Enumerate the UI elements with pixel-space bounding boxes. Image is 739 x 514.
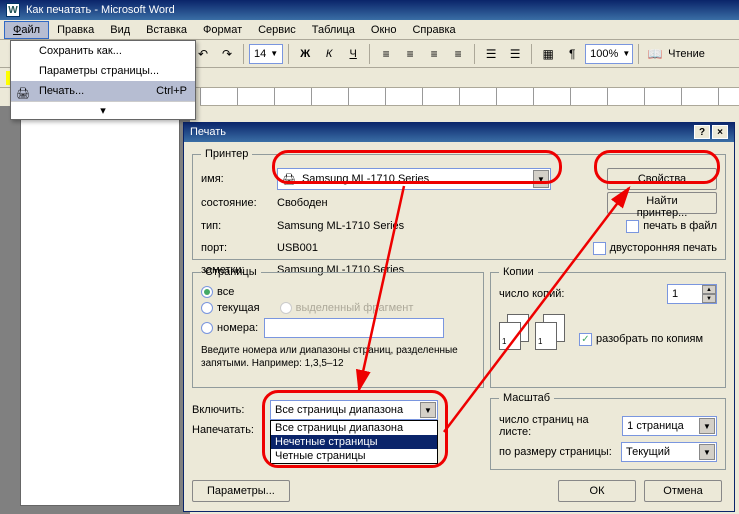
type-value: Samsung ML-1710 Series [277, 220, 404, 232]
menu-insert[interactable]: Вставка [138, 22, 195, 38]
underline-icon[interactable]: Ч [342, 43, 364, 65]
fit-label: по размеру страницы: [499, 446, 612, 458]
printer-name-label: имя: [201, 173, 271, 185]
radio-all[interactable]: все [201, 286, 234, 298]
justify-icon[interactable]: ≡ [447, 43, 469, 65]
word-icon: W [6, 3, 20, 17]
port-label: порт: [201, 242, 271, 254]
numlist-icon[interactable]: ☰ [504, 43, 526, 65]
scale-legend: Масштаб [499, 392, 554, 404]
collate-checkbox[interactable]: ✓разобрать по копиям [579, 333, 703, 346]
find-printer-button[interactable]: Найти принтер... [607, 192, 717, 214]
align-center-icon[interactable]: ≡ [399, 43, 421, 65]
option-all-pages[interactable]: Все страницы диапазона [271, 421, 437, 435]
radio-current[interactable]: текущая [201, 302, 260, 314]
print-to-file-checkbox[interactable]: печать в файл [626, 220, 717, 233]
chevron-down-icon[interactable]: ▼ [533, 170, 549, 188]
menu-file[interactable]: Файл [4, 21, 49, 39]
menu-view[interactable]: Вид [102, 22, 138, 38]
fit-select[interactable]: Текущий▼ [621, 442, 717, 462]
document-area [0, 106, 190, 514]
menu-edit[interactable]: Правка [49, 22, 102, 38]
include-label: Включить: [192, 404, 262, 416]
menu-table[interactable]: Таблица [304, 22, 363, 38]
menu-tools[interactable]: Сервис [250, 22, 304, 38]
menu-pagesetup[interactable]: Параметры страницы... [11, 61, 195, 81]
print-shortcut: Ctrl+P [156, 85, 187, 97]
app-titlebar: W Как печатать - Microsoft Word [0, 0, 739, 20]
menu-print[interactable]: 🖨 Печать... Ctrl+P [11, 81, 195, 101]
pages-legend: Страницы [201, 266, 261, 278]
bold-icon[interactable]: Ж [294, 43, 316, 65]
printer-name-select[interactable]: 🖨 Samsung ML-1710 Series ▼ [277, 168, 551, 190]
print-dialog: Печать ? × Принтер имя: 🖨 Samsung ML-171… [183, 122, 735, 512]
menu-help[interactable]: Справка [404, 22, 463, 38]
printer-legend: Принтер [201, 148, 252, 160]
menubar: Файл Правка Вид Вставка Формат Сервис Та… [0, 20, 739, 40]
pages-hint: Введите номера или диапазоны страниц, ра… [201, 344, 475, 370]
per-sheet-label: число страниц на листе: [499, 414, 622, 438]
menu-saveas[interactable]: Сохранить как... [11, 41, 195, 61]
spin-down-icon[interactable]: ▼ [702, 294, 716, 303]
pilcrow-icon[interactable]: ¶ [561, 43, 583, 65]
align-left-icon[interactable]: ≡ [375, 43, 397, 65]
document-page[interactable] [20, 116, 180, 506]
copies-count-input[interactable]: 1 ▲▼ [667, 284, 717, 304]
page-numbers-input[interactable] [264, 318, 444, 338]
pages-group: Страницы все текущая выделенный фрагмент… [192, 266, 484, 388]
dialog-title: Печать [190, 126, 226, 138]
option-even-pages[interactable]: Четные страницы [271, 449, 437, 463]
option-odd-pages[interactable]: Нечетные страницы [271, 435, 437, 449]
printer-group: Принтер имя: 🖨 Samsung ML-1710 Series ▼ … [192, 148, 726, 260]
include-select[interactable]: Все страницы диапазона ▼ [270, 400, 438, 420]
table-icon[interactable]: ▦ [537, 43, 559, 65]
close-icon[interactable]: × [712, 125, 728, 139]
chevron-down-icon[interactable]: ▼ [420, 402, 436, 418]
include-dropdown-list: Все страницы диапазона Нечетные страницы… [270, 420, 438, 464]
spin-up-icon[interactable]: ▲ [702, 285, 716, 294]
copies-count-label: число копий: [499, 288, 564, 300]
copies-group: Копии число копий: 1 ▲▼ 2 1 2 1 ✓разобра… [490, 266, 726, 388]
port-value: USB001 [277, 242, 318, 254]
printwhat-label: Напечатать: [192, 424, 262, 436]
type-label: тип: [201, 220, 271, 232]
read-label[interactable]: Чтение [668, 48, 705, 60]
help-icon[interactable]: ? [694, 125, 710, 139]
menu-expand-icon[interactable]: ▾ [11, 101, 195, 119]
printer-icon: 🖨 [282, 173, 296, 186]
italic-icon[interactable]: К [318, 43, 340, 65]
cancel-button[interactable]: Отмена [644, 480, 722, 502]
menu-window[interactable]: Окно [363, 22, 405, 38]
ruler [200, 88, 739, 106]
print-menu-icon: 🖨 [15, 85, 31, 101]
menu-format[interactable]: Формат [195, 22, 250, 38]
scale-group: Масштаб число страниц на листе: 1 страни… [490, 392, 726, 470]
status-value: Свободен [277, 197, 328, 209]
ok-button[interactable]: ОК [558, 480, 636, 502]
duplex-checkbox[interactable]: двусторонняя печать [593, 242, 717, 255]
status-label: состояние: [201, 197, 271, 209]
radio-numbers[interactable]: номера: [201, 322, 258, 334]
read-icon[interactable]: 📖 [644, 43, 666, 65]
properties-button[interactable]: Свойства [607, 168, 717, 190]
redo-icon[interactable]: ↷ [216, 43, 238, 65]
zoom-select[interactable]: 100%▼ [585, 44, 633, 64]
dialog-titlebar: Печать ? × [184, 122, 734, 142]
file-menu-dropdown: Сохранить как... Параметры страницы... 🖨… [10, 40, 196, 120]
radio-selection: выделенный фрагмент [280, 302, 414, 314]
params-button[interactable]: Параметры... [192, 480, 290, 502]
collate-image: 2 1 2 1 [499, 314, 569, 364]
window-title: Как печатать - Microsoft Word [26, 4, 175, 16]
align-right-icon[interactable]: ≡ [423, 43, 445, 65]
copies-legend: Копии [499, 266, 538, 278]
list-icon[interactable]: ☰ [480, 43, 502, 65]
per-sheet-select[interactable]: 1 страница▼ [622, 416, 717, 436]
fontsize-select[interactable]: 14▼ [249, 44, 283, 64]
